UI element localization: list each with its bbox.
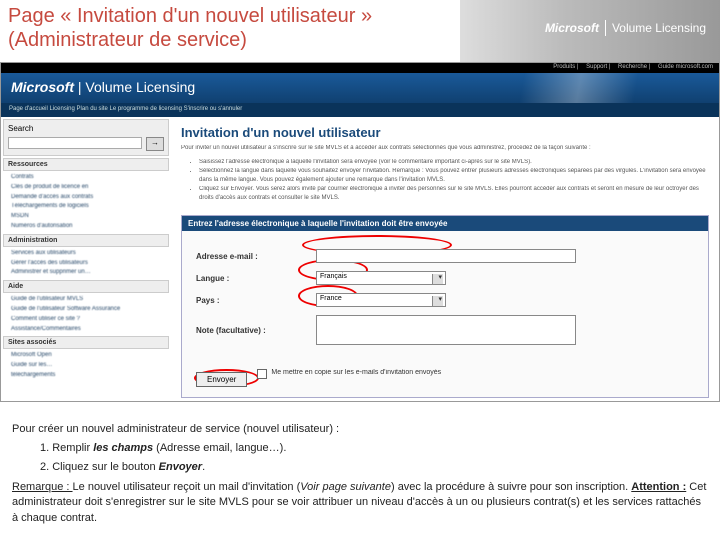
nav-admin[interactable]: Administrer et supprimer un… xyxy=(1,268,171,278)
row-note: Note (facultative) : xyxy=(196,315,694,345)
ms-volume-licensing-logo: Microsoft Volume Licensing xyxy=(545,20,706,36)
top-black-bar: Produits | Support | Recherche | Guide m… xyxy=(1,63,719,73)
copy-me-label: Me mettre en copie sur les e-mails d'inv… xyxy=(271,369,441,377)
nav-dl[interactable]: téléchargements xyxy=(1,371,171,381)
form-body: Adresse e-mail : Langue : Français Pays … xyxy=(182,231,708,363)
search-go-button[interactable] xyxy=(146,137,164,151)
form-panel: Entrez l'adresse électronique à laquelle… xyxy=(181,215,709,398)
blue-wave-deco xyxy=(439,73,719,103)
nav-h-aide: Aide xyxy=(3,280,169,293)
main-column: Invitation d'un nouvel utilisateur Pour … xyxy=(171,117,719,401)
slide-footer-notes: Pour créer un nouvel administrateur de s… xyxy=(0,410,720,540)
blue-logo: Microsoft | Volume Licensing xyxy=(1,73,205,101)
embedded-screenshot: Produits | Support | Recherche | Guide m… xyxy=(0,62,720,402)
footer-remark: Remarque : Le nouvel utilisateur reçoit … xyxy=(12,480,708,526)
row-email: Adresse e-mail : xyxy=(196,249,694,263)
nav-msdn[interactable]: MSDN xyxy=(1,212,171,222)
nav-contrats[interactable]: Contrats xyxy=(1,173,171,183)
nav-assist[interactable]: Assistance/Commentaires xyxy=(1,325,171,335)
title-l1: Page « Invitation d'un nouvel utilisateu… xyxy=(8,5,372,27)
nav-guide-sa[interactable]: Guide de l'utilisateur Software Assuranc… xyxy=(1,305,171,315)
title-l2: (Administrateur de service) xyxy=(8,29,247,51)
nav-cles[interactable]: Clés de produit de licence en xyxy=(1,183,171,193)
copy-me-checkbox[interactable] xyxy=(257,369,267,379)
nav-guide2[interactable]: Guide sur les… xyxy=(1,361,171,371)
left-column: Search Ressources Contrats Clés de produ… xyxy=(1,117,171,401)
nav-guide-mvls[interactable]: Guide de l'utilisateur MVLS xyxy=(1,295,171,305)
country-select[interactable]: France xyxy=(316,293,446,307)
blue-ms: Microsoft xyxy=(11,79,74,95)
topnav-produits[interactable]: Produits xyxy=(553,64,575,70)
page-heading: Invitation d'un nouvel utilisateur xyxy=(181,123,709,144)
search-input[interactable] xyxy=(8,137,142,149)
bullet-list: Saisissez l'adresse électronique à laque… xyxy=(181,152,709,209)
bullet-2: Sélectionnez la langue dans laquelle vou… xyxy=(199,167,709,185)
email-input[interactable] xyxy=(316,249,576,263)
blue-vl: Volume Licensing xyxy=(85,79,195,95)
vl-text: Volume Licensing xyxy=(612,21,706,35)
bullet-3: Cliquez sur Envoyer. Vous serez alors in… xyxy=(199,185,709,203)
row-lang: Langue : Français xyxy=(196,271,694,285)
intro-text: Pour inviter un nouvel utilisateur à s'i… xyxy=(181,144,709,152)
nav-comment[interactable]: Comment utiliser ce site ? xyxy=(1,315,171,325)
lbl-email: Adresse e-mail : xyxy=(196,252,316,261)
row-country: Pays : France xyxy=(196,293,694,307)
ms-text: Microsoft xyxy=(545,21,599,35)
blue-sub-bar: Page d'accueil Licensing Plan du site Le… xyxy=(1,103,719,117)
nav-telech[interactable]: Téléchargements de logiciels xyxy=(1,202,171,212)
copy-me-wrap: Me mettre en copie sur les e-mails d'inv… xyxy=(257,369,441,379)
footer-step2: 2. Cliquez sur le bouton Envoyer. xyxy=(12,460,708,475)
app-body: Search Ressources Contrats Clés de produ… xyxy=(1,117,719,401)
nav-h-admin: Administration xyxy=(3,234,169,247)
slide-header: Page « Invitation d'un nouvel utilisateu… xyxy=(0,0,720,62)
nav-h-sites: Sites associés xyxy=(3,336,169,349)
topnav-support[interactable]: Support xyxy=(586,64,607,70)
submit-button[interactable]: Envoyer xyxy=(196,372,247,387)
lbl-country: Pays : xyxy=(196,296,316,305)
lang-select[interactable]: Français xyxy=(316,271,446,285)
lbl-note: Note (facultative) : xyxy=(196,326,316,335)
nav-gerer[interactable]: Gérer l'accès des utilisateurs xyxy=(1,259,171,269)
nav-demande[interactable]: Demande d'accès aux contrats xyxy=(1,193,171,203)
search-label: Search xyxy=(8,124,164,133)
nav-numeros[interactable]: Numéros d'autorisation xyxy=(1,222,171,232)
lbl-lang: Langue : xyxy=(196,274,316,283)
footer-intro: Pour créer un nouvel administrateur de s… xyxy=(12,422,708,437)
form-header: Entrez l'adresse électronique à laquelle… xyxy=(182,216,708,231)
logo-sep xyxy=(605,20,606,36)
nav-h-ressources: Ressources xyxy=(3,158,169,171)
note-textarea[interactable] xyxy=(316,315,576,345)
bullet-1: Saisissez l'adresse électronique à laque… xyxy=(199,158,709,167)
topnav-recherche[interactable]: Recherche xyxy=(618,64,647,70)
form-footer: Envoyer Me mettre en copie sur les e-mai… xyxy=(182,363,708,397)
footer-step1: 1. Remplir les champs (Adresse email, la… xyxy=(12,441,708,456)
search-box: Search xyxy=(3,119,169,156)
topnav-guide[interactable]: Guide microsoft.com xyxy=(658,64,713,70)
blue-brand-bar: Microsoft | Volume Licensing xyxy=(1,73,719,103)
nav-services[interactable]: Services aux utilisateurs xyxy=(1,249,171,259)
nav-msopen[interactable]: Microsoft Open xyxy=(1,351,171,361)
